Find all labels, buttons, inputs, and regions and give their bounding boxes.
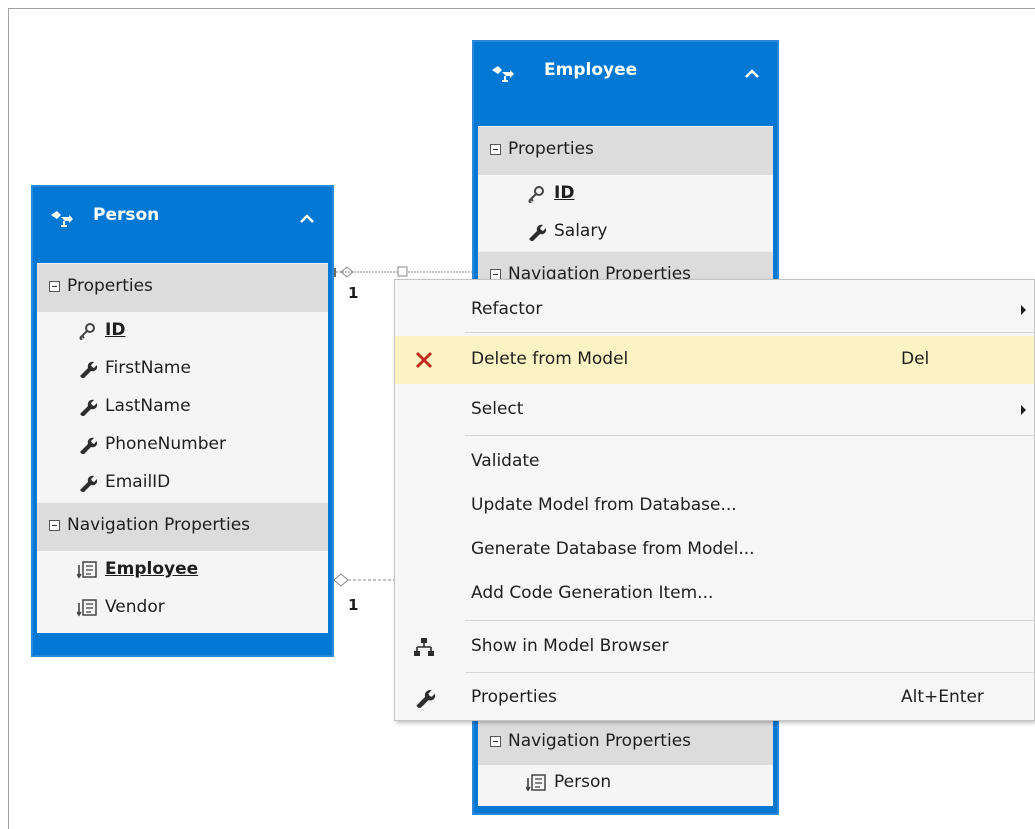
menu-separator [465, 672, 1034, 673]
menu-item-show-in-model-browser[interactable]: Show in Model Browser [395, 623, 1034, 671]
nav-property-name: Employee [105, 559, 199, 579]
chevron-up-icon[interactable] [300, 213, 314, 223]
menu-item-label: Refactor [471, 299, 543, 319]
property-row[interactable]: LastName [37, 388, 328, 426]
entity-type-icon [490, 64, 516, 84]
key-icon [526, 185, 546, 203]
collapse-minus-icon[interactable] [49, 520, 60, 531]
menu-item-properties[interactable]: Properties Alt+Enter [395, 674, 1034, 722]
menu-item-select[interactable]: Select [395, 386, 1034, 434]
property-name: LastName [105, 396, 191, 416]
key-icon [77, 322, 97, 340]
property-row[interactable]: FirstName [37, 350, 328, 388]
menu-item-label: Properties [471, 687, 557, 707]
submenu-arrow-icon [1021, 405, 1026, 415]
navigation-property-icon [77, 599, 97, 617]
property-row[interactable]: ID [37, 312, 328, 350]
entity-title: Employee [544, 60, 638, 80]
property-name: EmailID [105, 472, 171, 492]
menu-separator [465, 620, 1034, 621]
section-label: Properties [508, 139, 594, 159]
menu-item-add-code-generation[interactable]: Add Code Generation Item... [395, 570, 1034, 618]
menu-item-label: Delete from Model [471, 349, 629, 369]
entity-person[interactable]: Person Properties ID FirstName LastName … [31, 185, 334, 657]
property-row[interactable]: EmailID [37, 464, 328, 502]
navigation-section-header[interactable]: Navigation Properties [37, 502, 328, 551]
wrench-icon [77, 360, 97, 378]
menu-item-update-model[interactable]: Update Model from Database... [395, 482, 1034, 530]
nav-property-name: Person [554, 772, 612, 792]
menu-item-label: Select [471, 399, 524, 419]
property-name: Salary [554, 221, 608, 241]
navigation-property-icon [77, 561, 97, 579]
menu-item-validate[interactable]: Validate [395, 438, 1034, 486]
wrench-icon [526, 223, 546, 241]
collapse-minus-icon[interactable] [490, 736, 501, 747]
nav-property-name: Vendor [105, 597, 165, 617]
chevron-up-icon[interactable] [745, 68, 759, 78]
property-name: ID [105, 320, 126, 340]
properties-section-header[interactable]: Properties [478, 126, 773, 175]
nav-property-row[interactable]: Employee [37, 551, 328, 589]
section-label: Navigation Properties [67, 515, 251, 535]
property-name: PhoneNumber [105, 434, 226, 454]
wrench-icon [77, 474, 97, 492]
section-label: Navigation Properties [508, 731, 692, 751]
nav-property-row[interactable]: Person [478, 764, 773, 806]
menu-item-delete-from-model[interactable]: Delete from Model Del [395, 336, 1034, 384]
menu-item-label: Generate Database from Model... [471, 539, 755, 559]
wrench-icon [77, 398, 97, 416]
menu-item-shortcut: Del [901, 349, 930, 369]
multiplicity-bottom: 1 [348, 596, 359, 614]
submenu-arrow-icon [1021, 305, 1026, 315]
entity-header[interactable]: Employee [478, 42, 773, 126]
wrench-icon [77, 436, 97, 454]
property-name: ID [554, 183, 575, 203]
association-line-bottom[interactable] [328, 570, 398, 590]
collapse-minus-icon[interactable] [490, 144, 501, 155]
properties-section-header[interactable]: Properties [37, 263, 328, 312]
multiplicity-top: 1 [348, 284, 359, 302]
delete-x-icon [415, 351, 433, 369]
menu-item-refactor[interactable]: Refactor [395, 286, 1034, 334]
menu-item-label: Show in Model Browser [471, 636, 669, 656]
section-label: Properties [67, 276, 153, 296]
property-row[interactable]: Salary [478, 213, 773, 251]
collapse-minus-icon[interactable] [49, 281, 60, 292]
entity-type-icon [49, 209, 75, 229]
menu-item-label: Validate [471, 451, 540, 471]
menu-item-shortcut: Alt+Enter [901, 687, 984, 707]
menu-item-generate-database[interactable]: Generate Database from Model... [395, 526, 1034, 574]
menu-item-label: Add Code Generation Item... [471, 583, 714, 603]
navigation-property-icon [526, 774, 546, 792]
nav-property-row[interactable]: Vendor [37, 589, 328, 633]
property-name: FirstName [105, 358, 191, 378]
menu-separator [465, 435, 1034, 436]
navigation-section-header-lower[interactable]: Navigation Properties [478, 718, 773, 765]
model-browser-icon [414, 638, 434, 656]
context-menu: Refactor Delete from Model Del Select Va… [394, 279, 1035, 721]
entity-header[interactable]: Person [37, 187, 328, 263]
menu-separator [465, 332, 1034, 333]
property-row[interactable]: ID [478, 175, 773, 213]
entity-title: Person [93, 205, 160, 225]
wrench-icon [413, 687, 435, 709]
property-row[interactable]: PhoneNumber [37, 426, 328, 464]
menu-item-label: Update Model from Database... [471, 495, 737, 515]
